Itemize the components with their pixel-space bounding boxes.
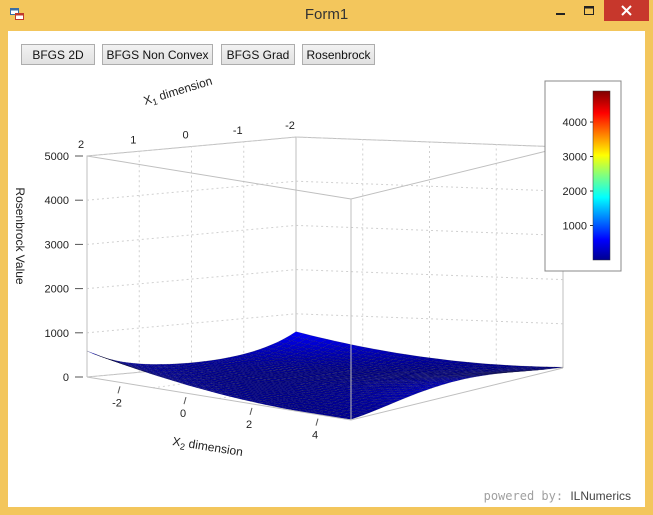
x2-tick-label: 4: [312, 430, 318, 442]
bfgs-non-convex-button[interactable]: BFGS Non Convex: [102, 44, 213, 65]
title-bar[interactable]: Form1: [0, 0, 653, 31]
x1-tick-label: 2: [78, 139, 84, 151]
x2-tick-label: 0: [180, 408, 186, 420]
colorbar: 4000 3000 2000 1000: [544, 80, 622, 272]
colorbar-tick-label: 3000: [563, 152, 587, 164]
x2-tick-mark: [249, 407, 253, 416]
maximize-icon: [583, 5, 594, 15]
z-tick-label: 4000: [45, 195, 69, 207]
z-tick-label: 1000: [45, 328, 69, 340]
z-tick-label: 2000: [45, 284, 69, 296]
z-tick-label: 5000: [45, 151, 69, 163]
colorbar-tick-label: 1000: [563, 221, 587, 233]
x1-axis-label: X1 dimension: [142, 74, 215, 110]
x2-tick-mark: [117, 386, 121, 394]
x2-tick-mark: [315, 418, 319, 426]
app-window: Form1 5000 4000 3000 2000 1000 0 2 1 0 -…: [0, 0, 653, 515]
x1-tick-label: -1: [233, 125, 243, 137]
bfgs-2d-button[interactable]: BFGS 2D: [21, 44, 95, 65]
x1-tick-label: 1: [130, 134, 136, 146]
colorbar-tick-label: 2000: [563, 186, 587, 198]
x2-tick-mark: [183, 396, 187, 405]
ilnumerics-brand: ILNumerics: [570, 489, 631, 503]
minimize-icon: [556, 12, 565, 15]
rosenbrock-button[interactable]: Rosenbrock: [302, 44, 375, 65]
z-axis-label: Rosenbrock Value: [13, 187, 27, 284]
x1-tick-label: -2: [285, 120, 295, 132]
maximize-button[interactable]: [576, 0, 602, 21]
surface-mesh: [86, 331, 564, 420]
form-client-area: 5000 4000 3000 2000 1000 0 2 1 0 -1 -2 -2 0 2 4 Rosenb…: [8, 31, 645, 507]
z-tick-label: 3000: [45, 239, 69, 251]
x1-tick-label: 0: [182, 130, 188, 142]
x2-tick-label: 2: [246, 419, 252, 431]
close-icon: [621, 5, 632, 16]
rosenbrock-3d-plot[interactable]: 5000 4000 3000 2000 1000 0 2 1 0 -1 -2 -2 0 2 4 Rosenb…: [8, 31, 645, 507]
colorbar-tick-label: 4000: [563, 117, 587, 129]
x2-tick-label: -2: [112, 397, 122, 409]
z-tick-label: 0: [63, 372, 69, 384]
bfgs-grad-button[interactable]: BFGS Grad: [221, 44, 295, 65]
minimize-button[interactable]: [548, 0, 574, 21]
powered-by-label: powered by: ILNumerics: [483, 489, 631, 503]
close-button[interactable]: [604, 0, 649, 21]
x2-axis-label: X2 dimension: [171, 434, 244, 461]
